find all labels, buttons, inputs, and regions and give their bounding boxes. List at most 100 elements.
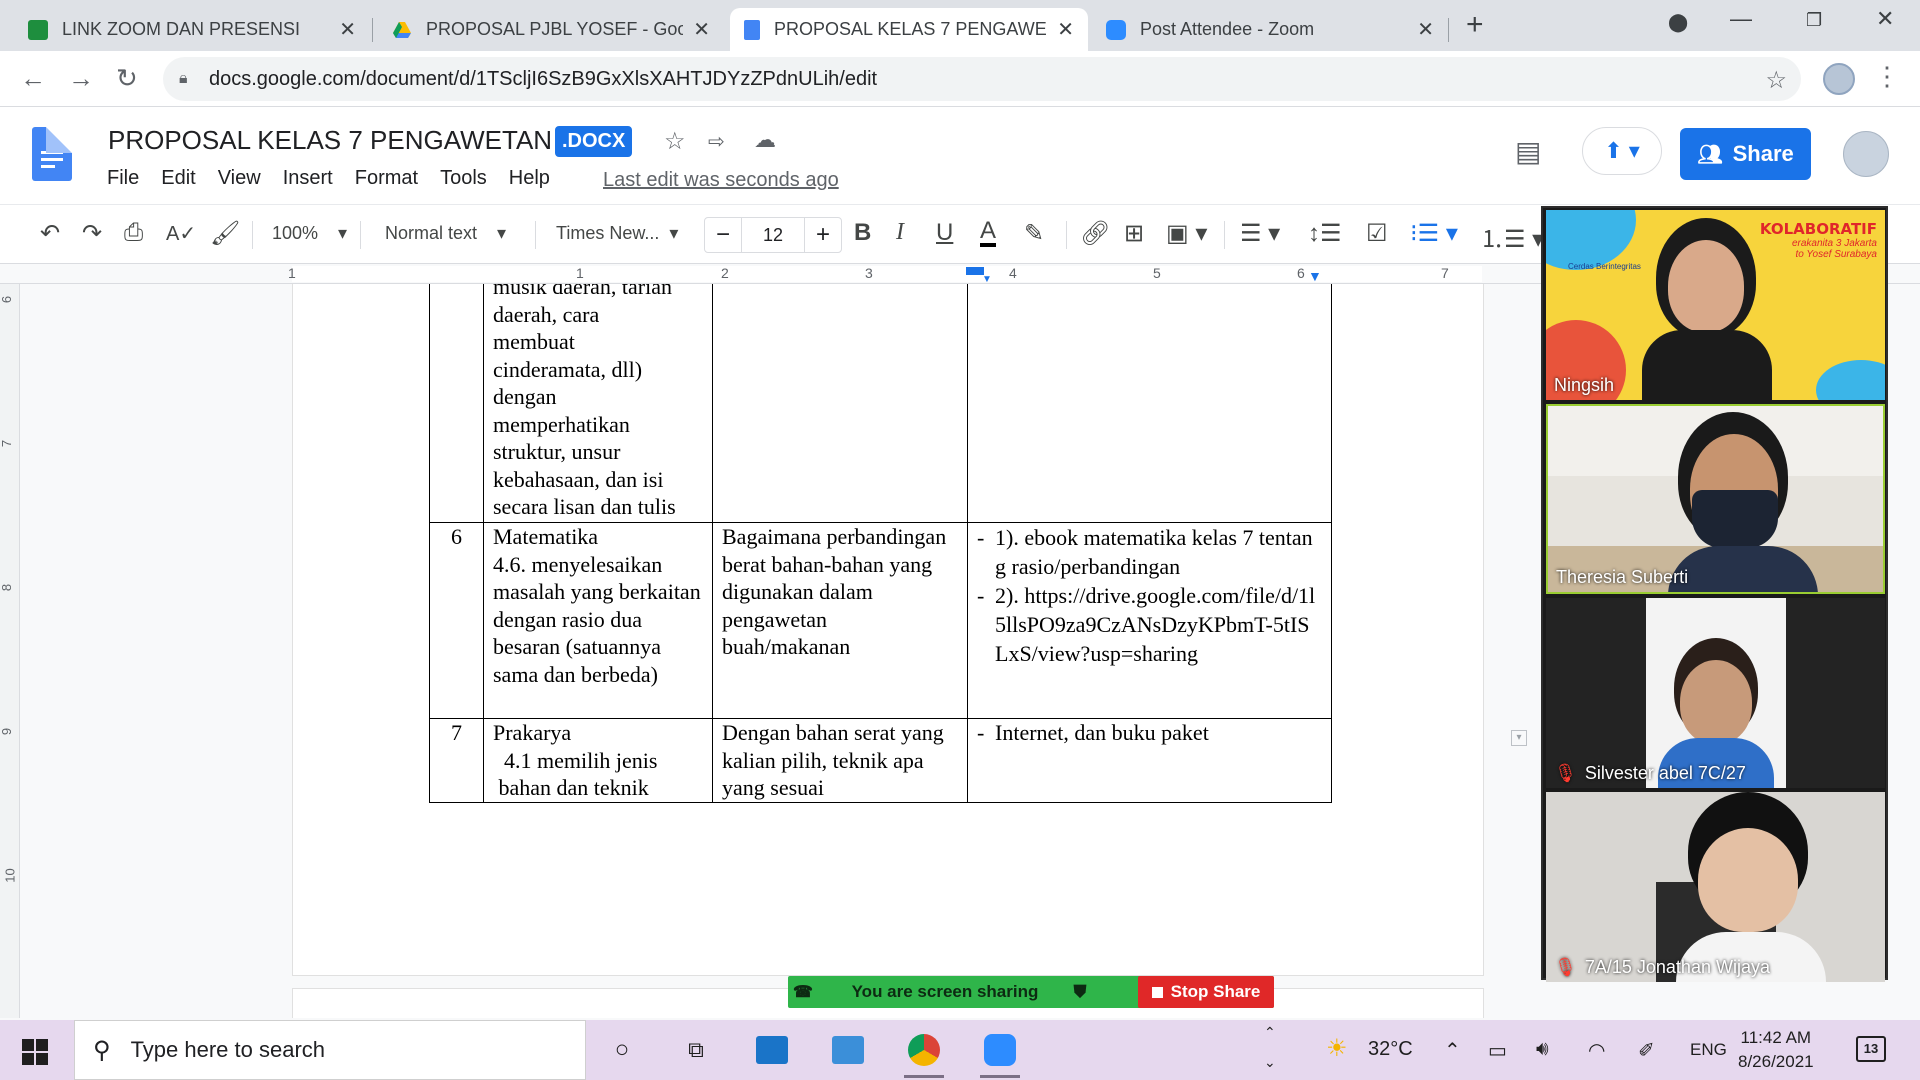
bold-icon[interactable]: B xyxy=(854,219,871,247)
volume-icon[interactable]: 🔊︎ xyxy=(1536,1038,1549,1061)
style-select[interactable]: Normal text ▾ xyxy=(385,223,506,244)
task-view-icon[interactable]: ⧉ xyxy=(676,1030,716,1070)
checklist-icon[interactable]: ☑ xyxy=(1366,219,1388,248)
undo-icon[interactable]: ↶ xyxy=(40,219,60,248)
photos-icon[interactable] xyxy=(828,1030,868,1070)
menu-format[interactable]: Format xyxy=(355,167,418,190)
restore-icon[interactable]: ❐ xyxy=(1806,10,1822,31)
notification-center-icon[interactable]: 13 xyxy=(1856,1036,1886,1062)
question-cell[interactable]: Dengan bahan serat yang kalian pilih, te… xyxy=(712,718,968,803)
battery-icon[interactable]: ▭ xyxy=(1488,1038,1507,1063)
participant-tile[interactable]: 🎙︎ Silvester abel 7C/27 xyxy=(1546,598,1885,788)
paint-format-icon[interactable]: 🖌︎ xyxy=(210,219,240,248)
subject-cell[interactable]: Prakarya 4.1 memilih jenis bahan dan tek… xyxy=(483,718,713,803)
browser-profile-avatar[interactable] xyxy=(1823,63,1855,95)
row-number[interactable]: 7 xyxy=(429,718,484,803)
language-indicator[interactable]: ENG xyxy=(1690,1040,1727,1060)
zoom-app-icon[interactable] xyxy=(980,1030,1020,1078)
menu-view[interactable]: View xyxy=(218,167,261,190)
line-spacing-icon[interactable]: ↕☰ xyxy=(1308,219,1342,248)
numbered-list-icon[interactable]: ⒈☰ ▾ xyxy=(1480,219,1544,254)
right-indent-marker[interactable]: ▼ xyxy=(1308,268,1322,284)
browser-tab[interactable]: LINK ZOOM DAN PRESENSI ✕ xyxy=(14,8,370,51)
resources-cell[interactable]: -1). ebook matematika kelas 7 tentang ra… xyxy=(967,522,1332,719)
scroll-down-icon[interactable]: ⌄ xyxy=(1264,1054,1276,1071)
cell-options-icon[interactable]: ▾ xyxy=(1511,730,1527,746)
system-clock[interactable]: 11:42 AM 8/26/2021 xyxy=(1738,1026,1814,1074)
browser-tab[interactable]: Post Attendee - Zoom ✕ xyxy=(1092,8,1448,51)
table-cell[interactable]: musik daerah, tarian daerah, cara membua… xyxy=(483,284,713,523)
print-icon[interactable]: ⎙ xyxy=(124,219,143,247)
shield-icon[interactable]: ⛊ xyxy=(1060,982,1100,1002)
bulleted-list-icon[interactable]: ⁝☰ ▾ xyxy=(1410,219,1458,248)
forward-icon[interactable]: → xyxy=(68,63,94,94)
text-color-icon[interactable]: A xyxy=(980,219,997,247)
highlight-icon[interactable]: ✎ xyxy=(1024,219,1044,248)
menu-insert[interactable]: Insert xyxy=(283,167,333,190)
new-tab-icon[interactable]: + xyxy=(1466,8,1484,42)
reload-icon[interactable]: ↻ xyxy=(116,63,138,94)
docs-logo-icon[interactable] xyxy=(32,127,72,181)
weather-icon[interactable]: ☀ xyxy=(1326,1034,1348,1063)
menu-edit[interactable]: Edit xyxy=(161,167,195,190)
zoom-select[interactable]: 100% ▾ xyxy=(272,223,347,244)
browser-menu-icon[interactable]: ⋮ xyxy=(1874,61,1900,92)
windows-start-icon[interactable] xyxy=(22,1039,48,1065)
star-icon[interactable]: ☆ xyxy=(664,127,686,156)
link-icon[interactable]: 🔗︎ xyxy=(1080,219,1110,248)
chrome-icon[interactable] xyxy=(904,1030,944,1078)
table-cell[interactable] xyxy=(967,284,1332,523)
spellcheck-icon[interactable]: A✓ xyxy=(166,221,196,246)
last-edit-link[interactable]: Last edit was seconds ago xyxy=(603,169,839,192)
wifi-icon[interactable]: ◠ xyxy=(1588,1038,1605,1063)
taskbar-search-box[interactable]: ⚲ Type here to search xyxy=(74,1020,586,1080)
insert-image-icon[interactable]: ▣ ▾ xyxy=(1166,219,1207,248)
participant-tile[interactable]: Cerdas Berintegritas KOLABORATIF erakani… xyxy=(1546,210,1885,400)
close-tab-icon[interactable]: ✕ xyxy=(1417,17,1434,42)
browser-tab[interactable]: PROPOSAL PJBL YOSEF - Google ✕ xyxy=(378,8,724,51)
menu-help[interactable]: Help xyxy=(509,167,550,190)
drag-handle-icon[interactable]: ☎ xyxy=(788,982,818,1002)
account-avatar[interactable] xyxy=(1843,131,1889,177)
add-comment-icon[interactable]: ⊞ xyxy=(1124,219,1144,248)
back-icon[interactable]: ← xyxy=(20,63,46,94)
stop-share-button[interactable]: Stop Share xyxy=(1138,976,1274,1008)
close-window-icon[interactable]: ✕ xyxy=(1876,6,1894,32)
move-folder-icon[interactable]: ⇨ xyxy=(708,129,725,154)
cortana-icon[interactable]: ○ xyxy=(602,1030,642,1070)
decrease-font-size-icon[interactable]: − xyxy=(705,221,741,249)
weather-temp[interactable]: 32°C xyxy=(1368,1038,1413,1061)
participant-tile-active-speaker[interactable]: Theresia Suberti xyxy=(1546,404,1885,594)
menu-tools[interactable]: Tools xyxy=(440,167,487,190)
menu-file[interactable]: File xyxy=(107,167,139,190)
cloud-status-icon[interactable]: ☁ xyxy=(754,127,776,153)
row-number[interactable]: 6 xyxy=(429,522,484,719)
share-button[interactable]: 👥︎ Share xyxy=(1680,128,1811,180)
table-cell[interactable] xyxy=(429,284,484,523)
address-bar[interactable]: 🔒︎ docs.google.com/document/d/1TScljI6Sz… xyxy=(163,57,1801,101)
scroll-up-icon[interactable]: ⌃ xyxy=(1264,1024,1276,1041)
align-icon[interactable]: ☰ ▾ xyxy=(1240,219,1280,248)
underline-icon[interactable]: U xyxy=(936,219,953,247)
question-cell[interactable]: Bagaimana perbandingan berat bahan-bahan… xyxy=(712,522,968,719)
increase-font-size-icon[interactable]: + xyxy=(805,221,841,249)
browser-tab-active[interactable]: PROPOSAL KELAS 7 PENGAWETA ✕ xyxy=(730,8,1088,51)
comment-history-icon[interactable]: ▤ xyxy=(1515,135,1541,168)
close-tab-icon[interactable]: ✕ xyxy=(1057,17,1074,42)
present-button[interactable]: ⬆ ▾ xyxy=(1582,127,1662,175)
close-tab-icon[interactable]: ✕ xyxy=(693,17,710,42)
table-cell[interactable] xyxy=(712,284,968,523)
close-tab-icon[interactable]: ✕ xyxy=(339,17,356,42)
minimize-icon[interactable]: — xyxy=(1730,6,1752,32)
font-size-input[interactable]: 12 xyxy=(741,218,805,252)
resources-cell[interactable]: - Internet, dan buku paket xyxy=(967,718,1332,803)
redo-icon[interactable]: ↷ xyxy=(82,219,102,248)
font-select[interactable]: Times New... ▾ xyxy=(556,223,678,244)
bookmark-star-icon[interactable]: ☆ xyxy=(1765,66,1787,95)
italic-icon[interactable]: I xyxy=(896,219,904,246)
media-player-icon[interactable] xyxy=(752,1030,792,1070)
document-title[interactable]: PROPOSAL KELAS 7 PENGAWETAN xyxy=(108,125,552,156)
tab-search-icon[interactable]: ⬤ xyxy=(1668,12,1688,33)
participant-tile[interactable]: 🎙︎ 7A/15 Jonathan Wijaya xyxy=(1546,792,1885,982)
pen-icon[interactable]: ✐ xyxy=(1638,1038,1655,1063)
